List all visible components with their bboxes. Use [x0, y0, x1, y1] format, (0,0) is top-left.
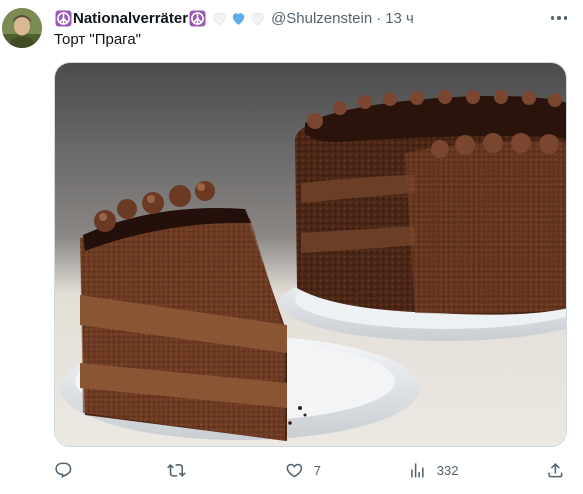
- author-display-name[interactable]: Nationalverräter: [73, 10, 188, 27]
- tweet[interactable]: Nationalverräter @Shulzenstein · 13 ч То…: [0, 0, 583, 494]
- views-count: 332: [436, 462, 459, 478]
- tweet-header: Nationalverräter @Shulzenstein · 13 ч: [54, 8, 414, 28]
- tweet-media-image[interactable]: [54, 62, 567, 447]
- retweet-icon: [167, 461, 186, 480]
- more-options-button[interactable]: [548, 9, 570, 27]
- dot-icon: [551, 16, 555, 20]
- like-button[interactable]: 7: [285, 458, 321, 482]
- peace-symbol-icon: [189, 10, 206, 27]
- dot-icon: [563, 16, 567, 20]
- tweet-actions: 7 332: [54, 458, 567, 482]
- share-button[interactable]: [546, 458, 565, 482]
- tweet-timestamp[interactable]: 13 ч: [385, 10, 414, 27]
- retweet-button[interactable]: [167, 458, 186, 482]
- like-count: 7: [313, 462, 321, 478]
- heart-icon: [285, 461, 304, 480]
- reply-icon: [54, 461, 73, 480]
- dot-icon: [557, 16, 561, 20]
- views-button[interactable]: 332: [408, 458, 458, 482]
- white-heart-icon: [211, 10, 228, 27]
- views-icon: [408, 461, 427, 480]
- tweet-text: Торт "Прага": [54, 31, 141, 48]
- share-icon: [546, 461, 565, 480]
- author-handle[interactable]: @Shulzenstein: [271, 10, 372, 27]
- white-heart-icon: [249, 10, 266, 27]
- reply-button[interactable]: [54, 458, 73, 482]
- header-separator: ·: [376, 9, 382, 27]
- peace-symbol-icon: [55, 10, 72, 27]
- avatar[interactable]: [2, 8, 42, 48]
- blue-heart-icon: [230, 10, 247, 27]
